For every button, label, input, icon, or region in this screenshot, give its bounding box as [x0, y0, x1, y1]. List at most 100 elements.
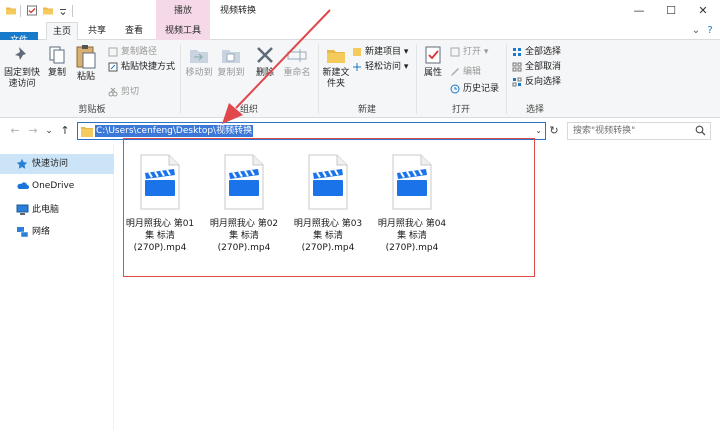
history-icon: [450, 84, 460, 93]
organize-group-label: 组织: [239, 105, 258, 115]
easy-access-label: 轻松访问 ▾: [365, 62, 409, 72]
select-all-button[interactable]: 全部选择: [512, 45, 561, 59]
copy-to-label: 复制到: [217, 68, 245, 78]
delete-button[interactable]: 删除: [252, 44, 278, 79]
nav-item-quick-access[interactable]: 快速访问: [0, 154, 114, 174]
tab-view[interactable]: 查看: [118, 22, 150, 40]
paste-icon: [76, 45, 96, 69]
new-item-button[interactable]: 新建项目 ▾: [352, 45, 408, 59]
nav-item-onedrive[interactable]: OneDrive: [0, 176, 114, 196]
help-icon[interactable]: ?: [704, 24, 716, 38]
tab-share[interactable]: 共享: [82, 22, 112, 40]
properties-label: 属性: [423, 68, 442, 78]
tab-video-tools[interactable]: 视频工具: [156, 22, 210, 40]
new-folder-icon[interactable]: [42, 4, 54, 17]
invert-selection-button[interactable]: 反向选择: [512, 75, 561, 89]
select-all-label: 全部选择: [525, 47, 562, 57]
paste-shortcut-button[interactable]: 粘贴快捷方式: [108, 60, 175, 74]
new-item-label: 新建项目 ▾: [365, 47, 409, 57]
easy-access-button[interactable]: 轻松访问 ▾: [352, 60, 408, 74]
open-group-label: 打开: [451, 105, 470, 115]
open-label: 打开 ▾: [463, 47, 489, 57]
recent-locations-button[interactable]: ⌄: [42, 123, 56, 139]
edit-icon: [451, 67, 459, 76]
star-icon: [16, 158, 28, 169]
search-icon: [695, 125, 706, 136]
up-button[interactable]: ↑: [58, 123, 72, 139]
select-none-button[interactable]: 全部取消: [512, 60, 561, 74]
divider: [416, 44, 417, 114]
copy-label: 复制: [47, 68, 66, 78]
divider: [72, 5, 73, 17]
move-to-button[interactable]: 移动到: [184, 44, 214, 79]
properties-icon[interactable]: [26, 4, 38, 17]
divider: [20, 5, 21, 17]
open-icon: [450, 47, 460, 56]
divider: [180, 44, 181, 114]
address-path[interactable]: C:\Users\cenfeng\Desktop\视频转换: [95, 125, 254, 137]
rename-icon: [287, 49, 307, 62]
rename-label: 重命名: [283, 68, 311, 78]
new-group-label: 新建: [357, 105, 376, 115]
search-input[interactable]: 搜索"视频转换": [567, 122, 711, 140]
ribbon-tabs: 文件 主页 共享 查看 视频工具 ⌄ ?: [0, 22, 720, 142]
copy-to-icon: [222, 50, 240, 63]
nav-item-label: 此电脑: [32, 205, 60, 215]
move-to-label: 移动到: [185, 68, 213, 78]
copy-path-label: 复制路径: [121, 47, 158, 57]
folder-icon[interactable]: [5, 4, 17, 17]
divider: [318, 44, 319, 114]
copy-path-icon: [108, 47, 118, 56]
select-none-label: 全部取消: [525, 62, 562, 72]
open-button[interactable]: 打开 ▾: [450, 45, 488, 59]
customize-toolbar-icon[interactable]: [58, 4, 68, 17]
close-button[interactable]: ✕: [688, 0, 718, 22]
ribbon: 固定到快速访问 复制 粘贴 复制路径 粘贴快捷方式 剪切 剪贴板 移动到 复制到…: [0, 40, 720, 118]
minimize-button[interactable]: —: [624, 0, 654, 22]
back-button[interactable]: ←: [8, 123, 22, 139]
pin-quick-access-button[interactable]: 固定到快速访问: [2, 44, 42, 90]
nav-item-label: 网络: [32, 227, 51, 237]
title-bar: 播放 视频转换 — ☐ ✕: [0, 0, 720, 22]
search-placeholder: 搜索"视频转换": [573, 126, 636, 136]
nav-item-network[interactable]: 网络: [0, 222, 114, 242]
tab-home[interactable]: 主页: [46, 22, 78, 41]
maximize-button[interactable]: ☐: [656, 0, 686, 22]
invert-selection-icon: [512, 77, 522, 86]
refresh-button[interactable]: ↻: [548, 123, 560, 139]
paste-shortcut-label: 粘贴快捷方式: [121, 62, 176, 72]
new-folder-icon: [327, 50, 345, 63]
pin-icon: [14, 47, 26, 62]
easy-access-icon: [353, 62, 361, 71]
select-none-icon: [512, 62, 522, 71]
chevron-down-icon[interactable]: ⌄: [535, 124, 542, 138]
copy-to-button[interactable]: 复制到: [216, 44, 246, 79]
chevron-down-icon[interactable]: ⌄: [690, 24, 702, 38]
edit-button[interactable]: 编辑: [450, 65, 481, 79]
highlight-box: [123, 138, 535, 277]
forward-button[interactable]: →: [26, 123, 40, 139]
delete-icon: [257, 47, 273, 63]
properties-icon: [425, 46, 441, 64]
context-tab-play: 播放: [156, 0, 210, 22]
clipboard-group-label: 剪贴板: [78, 105, 106, 115]
cut-button[interactable]: 剪切: [108, 85, 139, 99]
nav-item-label: 快速访问: [32, 159, 69, 169]
delete-label: 删除: [255, 68, 274, 78]
pin-quick-access-label: 固定到快速访问: [3, 68, 40, 89]
edit-label: 编辑: [463, 67, 482, 77]
computer-icon: [16, 204, 29, 215]
cut-label: 剪切: [121, 87, 140, 97]
copy-path-button[interactable]: 复制路径: [108, 45, 157, 59]
copy-button[interactable]: 复制: [44, 44, 70, 79]
move-to-icon: [190, 50, 208, 63]
paste-button[interactable]: 粘贴: [72, 44, 100, 83]
nav-item-this-pc[interactable]: 此电脑: [0, 200, 114, 220]
rename-button[interactable]: 重命名: [280, 44, 314, 79]
new-item-icon: [353, 47, 361, 56]
history-button[interactable]: 历史记录: [450, 82, 499, 96]
select-all-icon: [513, 47, 521, 56]
select-group-label: 选择: [525, 105, 544, 115]
new-folder-button[interactable]: 新建文件夹: [320, 44, 352, 90]
properties-button[interactable]: 属性: [420, 44, 446, 79]
